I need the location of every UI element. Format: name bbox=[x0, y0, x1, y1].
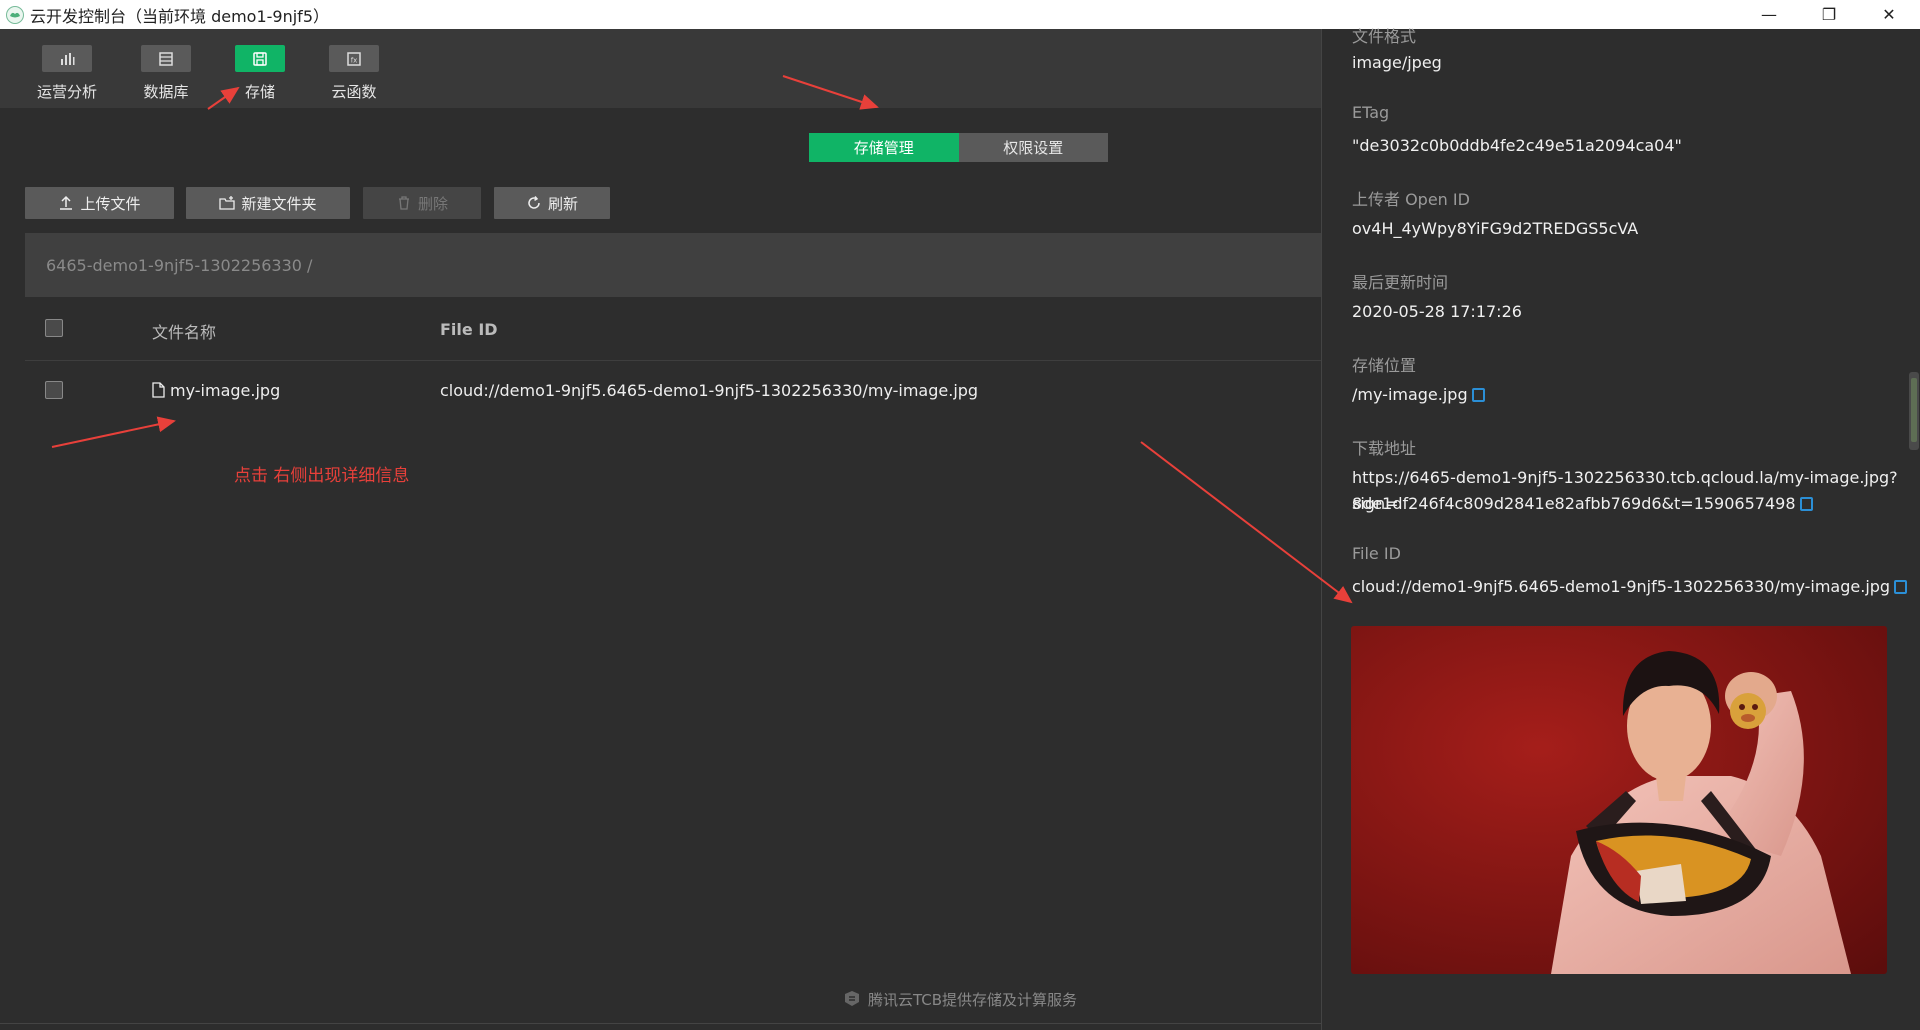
footer-text: 腾讯云TCB提供存储及计算服务 bbox=[868, 991, 1078, 1009]
tab-permission[interactable]: 权限设置 bbox=[958, 133, 1108, 162]
file-id-row: cloud://demo1-9njf5.6465-demo1-9njf5-130… bbox=[1352, 574, 1908, 600]
upload-button[interactable]: 上传文件 bbox=[25, 187, 174, 219]
format-label: 文件格式 bbox=[1352, 27, 1417, 46]
file-icon bbox=[152, 382, 165, 398]
new-folder-label: 新建文件夹 bbox=[241, 194, 317, 213]
close-button[interactable]: ✕ bbox=[1860, 0, 1918, 29]
row-checkbox[interactable] bbox=[45, 381, 63, 399]
updated-value: 2020-05-28 17:17:26 bbox=[1352, 302, 1522, 321]
copy-icon[interactable] bbox=[1894, 580, 1908, 594]
column-header-file-id[interactable]: File ID bbox=[440, 320, 498, 339]
etag-label: ETag bbox=[1352, 103, 1390, 122]
app-icon bbox=[6, 5, 24, 24]
uploader-label: 上传者 Open ID bbox=[1352, 190, 1470, 209]
tencent-cloud-logo-icon bbox=[845, 990, 859, 1006]
nav-item-functions[interactable]: fx 云函数 bbox=[319, 45, 389, 102]
scrollbar-indicator bbox=[1911, 378, 1917, 442]
nav-label: 数据库 bbox=[143, 83, 189, 101]
delete-button[interactable]: 删除 bbox=[363, 187, 481, 219]
window-title: 云开发控制台（当前环境 demo1-9njf5） bbox=[30, 6, 329, 26]
svg-text:fx: fx bbox=[351, 56, 358, 64]
upload-label: 上传文件 bbox=[80, 194, 141, 213]
new-folder-button[interactable]: 新建文件夹 bbox=[186, 187, 350, 219]
format-value: image/jpeg bbox=[1352, 53, 1442, 72]
uploader-value: ov4H_4yWpy8YiFG9d2TREDGS5cVA bbox=[1352, 219, 1639, 238]
image-preview bbox=[1351, 626, 1887, 974]
updated-label: 最后更新时间 bbox=[1352, 273, 1449, 292]
refresh-button[interactable]: 刷新 bbox=[494, 187, 610, 219]
copy-icon[interactable] bbox=[1471, 388, 1485, 402]
column-header-name[interactable]: 文件名称 bbox=[152, 319, 216, 343]
breadcrumb[interactable]: 6465-demo1-9njf5-1302256330 / bbox=[25, 233, 1321, 297]
location-row: /my-image.jpg bbox=[1352, 382, 1485, 408]
folder-plus-icon bbox=[219, 196, 236, 210]
restore-button[interactable]: ❐ bbox=[1800, 0, 1858, 29]
select-all-checkbox[interactable] bbox=[45, 319, 63, 337]
refresh-icon bbox=[528, 196, 540, 209]
nav-item-analytics[interactable]: 运营分析 bbox=[32, 45, 102, 102]
tab-storage-manage[interactable]: 存储管理 bbox=[809, 133, 959, 162]
refresh-label: 刷新 bbox=[547, 194, 578, 213]
app-window: 云开发控制台（当前环境 demo1-9njf5） — ❐ ✕ 运营分析 数据库 bbox=[0, 0, 1920, 1030]
file-id-label: File ID bbox=[1352, 544, 1401, 563]
nav-item-database[interactable]: 数据库 bbox=[131, 45, 201, 102]
footer: 腾讯云TCB提供存储及计算服务 bbox=[842, 989, 1077, 1010]
file-name-cell[interactable]: my-image.jpg bbox=[152, 381, 280, 400]
download-line-2: 8de1df246f4c809d2841e82afbb769d6&t=15906… bbox=[1352, 494, 1796, 513]
database-icon bbox=[141, 45, 191, 72]
etag-value: "de3032c0b0ddb4fe2c49e51a2094ca04" bbox=[1352, 136, 1682, 155]
file-id-value: cloud://demo1-9njf5.6465-demo1-9njf5-130… bbox=[1352, 577, 1891, 596]
save-icon bbox=[235, 45, 285, 72]
nav-label: 云函数 bbox=[331, 83, 377, 101]
nav-item-storage[interactable]: 存储 bbox=[225, 45, 295, 102]
upload-icon bbox=[60, 195, 73, 210]
location-label: 存储位置 bbox=[1352, 356, 1417, 375]
nav-label: 运营分析 bbox=[36, 83, 97, 101]
download-label: 下载地址 bbox=[1352, 439, 1417, 458]
delete-label: 删除 bbox=[417, 194, 448, 213]
copy-icon[interactable] bbox=[1799, 497, 1813, 511]
title-bar: 云开发控制台（当前环境 demo1-9njf5） — ❐ ✕ bbox=[0, 0, 1920, 29]
footer-divider bbox=[0, 1023, 1321, 1024]
trash-icon bbox=[398, 196, 409, 210]
download-line-2-row: 8de1df246f4c809d2841e82afbb769d6&t=15906… bbox=[1352, 491, 1813, 517]
table-row[interactable]: my-image.jpg cloud://demo1-9njf5.6465-de… bbox=[25, 362, 1321, 426]
annotation-text: 点击 右侧出现详细信息 bbox=[234, 466, 410, 486]
main-area: 运营分析 数据库 存储 fx 云函数 存储管理 权限设置 上传文件 新建文件夹 … bbox=[0, 29, 1321, 1030]
minimize-button[interactable]: — bbox=[1740, 0, 1798, 29]
bar-chart-icon bbox=[42, 45, 92, 72]
file-name: my-image.jpg bbox=[170, 381, 281, 400]
tab-switcher: 存储管理 权限设置 bbox=[809, 133, 1108, 162]
file-id-cell: cloud://demo1-9njf5.6465-demo1-9njf5-130… bbox=[440, 381, 979, 400]
function-icon: fx bbox=[329, 45, 379, 72]
top-nav: 运营分析 数据库 存储 fx 云函数 bbox=[0, 29, 1321, 108]
table-header: 文件名称 File ID bbox=[25, 297, 1321, 361]
nav-label: 存储 bbox=[244, 83, 275, 101]
location-value: /my-image.jpg bbox=[1352, 385, 1468, 404]
